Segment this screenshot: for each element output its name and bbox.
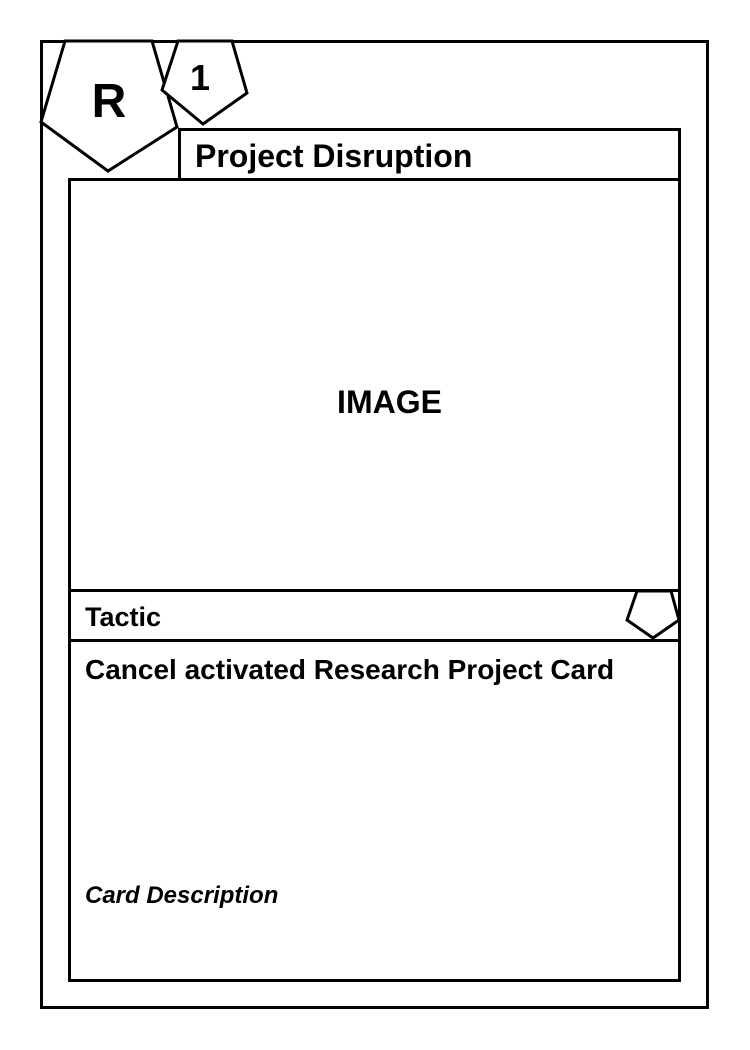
card-type: Tactic [85, 602, 162, 632]
image-area: IMAGE [68, 178, 681, 592]
cost-value: 1 [189, 57, 211, 98]
title-bar: Project Disruption [178, 128, 681, 181]
card-title: Project Disruption [195, 138, 473, 174]
rarity-symbol: R [91, 75, 127, 128]
type-bar: Tactic [68, 589, 681, 642]
rules-text: Cancel activated Research Project Card [85, 654, 615, 685]
image-placeholder: IMAGE [337, 384, 442, 420]
card-description: Card Description [85, 882, 279, 909]
text-box: Cancel activated Research Project Card C… [68, 639, 681, 982]
